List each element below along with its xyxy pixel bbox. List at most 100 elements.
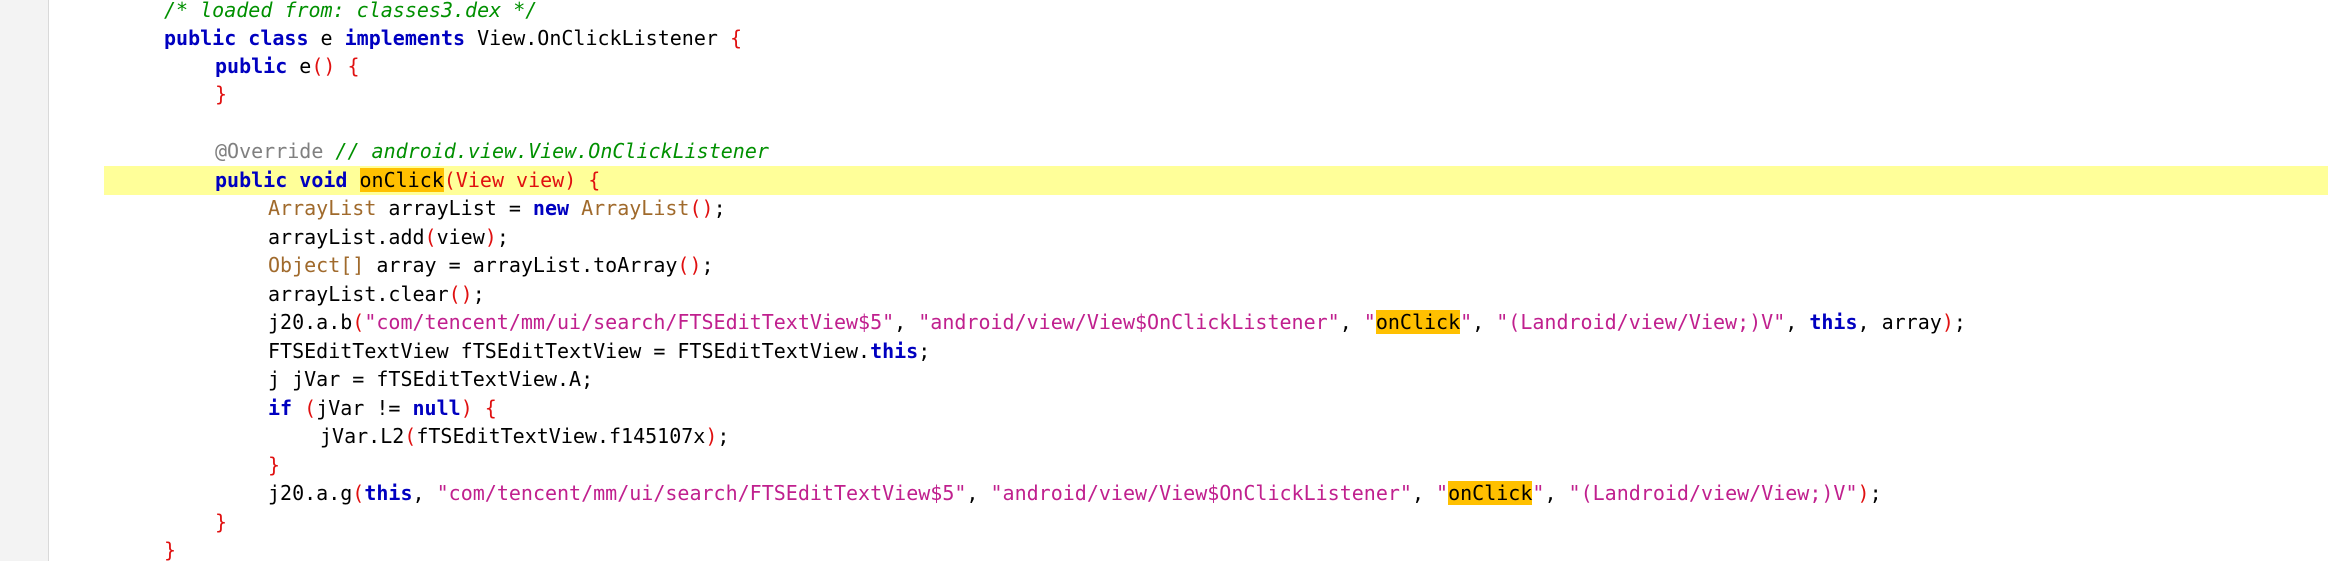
code-token: () — [689, 196, 714, 220]
code-line[interactable]: FTSEditTextView fTSEditTextView = FTSEdi… — [49, 337, 2328, 366]
code-token: ; — [472, 282, 485, 306]
code-line[interactable]: Object[] array = arrayList.toArray(); — [49, 251, 2328, 280]
code-token: this — [1809, 310, 1858, 334]
code-token: "android/view/View$OnClickListener" — [918, 310, 1340, 334]
code-token: fTSEditTextView.f145107x — [416, 424, 706, 448]
code-token: public — [215, 54, 288, 78]
code-token: , array — [1857, 310, 1942, 334]
code-token: view — [436, 225, 485, 249]
code-token: , — [1411, 481, 1437, 505]
code-token: () — [677, 253, 702, 277]
current-line[interactable]: public void onClick(View view) { — [104, 166, 2328, 195]
code-text: @Override // android.view.View.OnClickLi… — [215, 137, 769, 166]
code-editor[interactable]: /* loaded from: classes3.dex */public cl… — [49, 0, 2328, 562]
code-token: , — [1472, 310, 1497, 334]
code-token: array = arrayList.toArray — [364, 253, 678, 277]
code-token: " — [1363, 310, 1376, 334]
code-token: ) — [484, 225, 497, 249]
code-token: j20.a.g — [268, 481, 353, 505]
code-token: ; — [496, 225, 509, 249]
code-line[interactable]: public e() { — [49, 52, 2328, 81]
code-token: e — [308, 26, 345, 50]
code-token: e — [287, 54, 312, 78]
code-text: } — [268, 451, 280, 480]
code-text: j20.a.b("com/tencent/mm/ui/search/FTSEdi… — [268, 308, 1966, 337]
code-token: implements — [344, 26, 466, 50]
code-token: @Override — [215, 139, 324, 163]
code-token: ( — [404, 424, 417, 448]
code-token: new — [532, 196, 570, 220]
editor-gutter[interactable] — [0, 0, 49, 561]
code-token: () — [448, 282, 473, 306]
code-token: arrayList.clear — [268, 282, 449, 306]
code-token: FTSEditTextView fTSEditTextView = FTSEdi… — [268, 339, 871, 363]
code-token: arrayList.add — [268, 225, 425, 249]
code-token: public class — [164, 26, 309, 50]
code-token: ; — [1869, 481, 1882, 505]
code-token: Object[] — [268, 253, 365, 277]
code-line[interactable]: } — [49, 80, 2328, 109]
code-token: { — [729, 26, 742, 50]
code-line[interactable]: j jVar = fTSEditTextView.A; — [49, 365, 2328, 394]
code-token: ( — [304, 396, 317, 420]
code-token: , — [1785, 310, 1810, 334]
code-token: View.OnClickListener — [465, 26, 730, 50]
code-token: null — [412, 396, 461, 420]
code-token: if — [268, 396, 293, 420]
code-line[interactable]: jVar.L2(fTSEditTextView.f145107x); — [49, 422, 2328, 451]
code-line[interactable]: } — [49, 508, 2328, 537]
code-token: ArrayList — [268, 196, 377, 220]
code-token: ( — [352, 481, 365, 505]
code-text: ArrayList arrayList = new ArrayList(); — [268, 194, 726, 223]
code-line[interactable]: /* loaded from: classes3.dex */ — [49, 0, 2328, 25]
search-highlight: onClick — [1448, 481, 1533, 505]
code-text: FTSEditTextView fTSEditTextView = FTSEdi… — [268, 337, 930, 366]
code-text: public void onClick(View view) { — [215, 166, 600, 195]
code-line[interactable]: } — [49, 451, 2328, 480]
code-token: } — [215, 82, 228, 106]
code-token: () — [311, 54, 336, 78]
code-token: /* loaded from: classes3.dex */ — [164, 0, 538, 22]
code-text: public class e implements View.OnClickLi… — [164, 24, 742, 53]
code-token: ; — [713, 196, 726, 220]
code-line[interactable]: arrayList.add(view); — [49, 223, 2328, 252]
code-token: , — [1544, 481, 1569, 505]
code-token: , — [1339, 310, 1364, 334]
code-line[interactable]: j20.a.b("com/tencent/mm/ui/search/FTSEdi… — [49, 308, 2328, 337]
code-line[interactable] — [49, 109, 2328, 138]
code-token: { — [347, 54, 360, 78]
code-text: j jVar = fTSEditTextView.A; — [268, 365, 593, 394]
code-text: jVar.L2(fTSEditTextView.f145107x); — [320, 422, 729, 451]
code-line[interactable]: public class e implements View.OnClickLi… — [49, 24, 2328, 53]
code-token: ) — [460, 396, 473, 420]
code-token: // android.view.View.OnClickListener — [335, 139, 769, 163]
code-token: " — [1532, 481, 1545, 505]
code-token: } — [268, 453, 281, 477]
code-token: public void — [215, 168, 348, 192]
code-token: , — [966, 481, 991, 505]
code-line[interactable]: if (jVar != null) { — [49, 394, 2328, 423]
code-token: ( — [352, 310, 365, 334]
code-line[interactable]: @Override // android.view.View.OnClickLi… — [49, 137, 2328, 166]
code-token: , — [412, 481, 437, 505]
code-text: if (jVar != null) { — [268, 394, 497, 423]
code-token: jVar != — [316, 396, 413, 420]
code-token: "(Landroid/view/View;)V" — [1568, 481, 1858, 505]
code-text: j20.a.g(this, "com/tencent/mm/ui/search/… — [268, 479, 1882, 508]
code-token: ( — [424, 225, 437, 249]
code-text: /* loaded from: classes3.dex */ — [164, 0, 537, 25]
code-text: } — [215, 508, 227, 537]
code-token: "android/view/View$OnClickListener" — [990, 481, 1412, 505]
search-highlight: onClick — [1375, 310, 1461, 334]
code-line[interactable]: arrayList.clear(); — [49, 280, 2328, 309]
code-line[interactable]: ArrayList arrayList = new ArrayList(); — [49, 194, 2328, 223]
code-line[interactable]: j20.a.g(this, "com/tencent/mm/ui/search/… — [49, 479, 2328, 508]
code-token: "(Landroid/view/View;)V" — [1496, 310, 1786, 334]
code-token: " — [1436, 481, 1449, 505]
code-token: ; — [701, 253, 714, 277]
